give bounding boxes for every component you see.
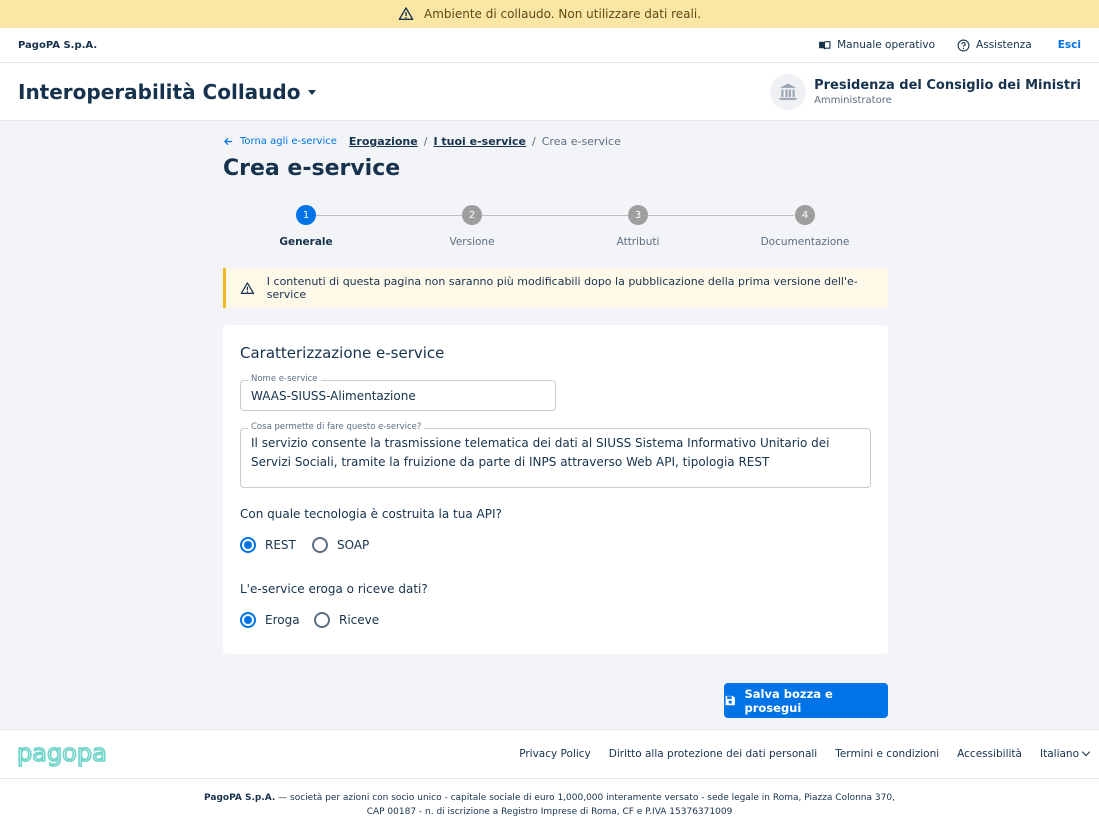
party-selector[interactable]: Presidenza del Consiglio dei Ministri Am… bbox=[770, 73, 1081, 110]
save-draft-label: Salva bozza e prosegui bbox=[744, 686, 833, 715]
footer: pagopa Privacy Policy Diritto alla prote… bbox=[0, 729, 1099, 830]
brand-name[interactable]: PagoPA S.p.A. bbox=[18, 40, 97, 51]
warning-alert: I contenuti di questa pagina non saranno… bbox=[223, 268, 888, 308]
institution-avatar bbox=[770, 73, 807, 110]
help-icon bbox=[957, 39, 970, 51]
stepper: 1 Generale 2 Versione 3 Attributi 4 Docu… bbox=[223, 205, 888, 255]
step-general: 1 Generale bbox=[246, 205, 366, 248]
caret-down-icon bbox=[308, 90, 317, 95]
breadcrumb-separator: / bbox=[423, 135, 428, 148]
chevron-down-icon bbox=[1081, 747, 1091, 757]
product-name: Interoperabilità Collaudo bbox=[18, 79, 301, 104]
warning-icon bbox=[240, 281, 255, 294]
manual-link[interactable]: Manuale operativo bbox=[818, 39, 935, 52]
footer-link-terms[interactable]: Termini e condizioni bbox=[835, 748, 939, 760]
breadcrumb-my-eservices[interactable]: I tuoi e-service bbox=[433, 135, 526, 148]
step-number: 2 bbox=[462, 205, 482, 225]
step-attributes: 3 Attributi bbox=[578, 205, 698, 248]
pagopa-logo[interactable]: pagopa bbox=[17, 740, 107, 768]
pagopa-logo-text: pagopa bbox=[17, 740, 107, 767]
step-version: 2 Versione bbox=[412, 205, 532, 248]
arrow-left-icon bbox=[224, 137, 233, 146]
radio-label: Eroga bbox=[265, 613, 300, 627]
back-link[interactable]: Torna agli e-service bbox=[223, 136, 337, 147]
mode-question: L'e-service eroga o riceve dati? bbox=[240, 582, 428, 596]
environment-banner-text: Ambiente di collaudo. Non utilizzare dat… bbox=[423, 7, 702, 21]
logout-button[interactable]: Esci bbox=[1058, 39, 1081, 51]
footer-link-accessibility[interactable]: Accessibilità bbox=[957, 748, 1022, 760]
product-header: Interoperabilità Collaudo Presidenza del… bbox=[0, 63, 1099, 121]
language-label: Italiano bbox=[1040, 748, 1079, 760]
warning-alert-text: I contenuti di questa pagina non saranno… bbox=[266, 275, 858, 301]
mode-radio-eroga[interactable]: Eroga bbox=[240, 612, 300, 628]
eservice-description-value: Il servizio consente la trasmissione tel… bbox=[251, 436, 830, 469]
radio-checked-icon bbox=[240, 612, 256, 628]
step-label: Versione bbox=[449, 236, 495, 248]
manual-link-label: Manuale operativo bbox=[837, 39, 936, 51]
eservice-description-label: Cosa permette di fare questo e-service? bbox=[248, 422, 425, 432]
legal-line2: CAP 00187 - n. di iscrizione a Registro … bbox=[366, 807, 733, 817]
eservice-name-value: WAAS-SIUSS-Alimentazione bbox=[251, 389, 416, 403]
language-selector[interactable]: Italiano bbox=[1040, 747, 1091, 760]
radio-checked-icon bbox=[240, 537, 256, 553]
radio-unchecked-icon bbox=[314, 612, 330, 628]
step-label: Attributi bbox=[616, 236, 660, 248]
environment-banner: Ambiente di collaudo. Non utilizzare dat… bbox=[0, 0, 1099, 28]
legal-company: PagoPA S.p.A. bbox=[204, 793, 276, 803]
legal-line1: — società per azioni con socio unico - c… bbox=[275, 793, 895, 803]
step-number: 4 bbox=[795, 205, 815, 225]
page-title: Crea e-service bbox=[223, 156, 401, 181]
breadcrumb-erogazione[interactable]: Erogazione bbox=[349, 135, 418, 148]
breadcrumb-current: Crea e-service bbox=[541, 135, 621, 148]
footer-link-privacy[interactable]: Privacy Policy bbox=[519, 748, 591, 760]
institution-icon bbox=[779, 83, 797, 100]
footer-divider bbox=[0, 778, 1099, 779]
party-name: Presidenza del Consiglio dei Ministri bbox=[814, 77, 1081, 93]
save-draft-button[interactable]: Salva bozza e prosegui bbox=[724, 683, 888, 718]
technology-radio-soap[interactable]: SOAP bbox=[312, 537, 369, 553]
book-icon bbox=[819, 40, 831, 49]
radio-unchecked-icon bbox=[312, 537, 328, 553]
eservice-name-label: Nome e-service bbox=[248, 374, 321, 384]
eservice-form-card: Caratterizzazione e-service Nome e-servi… bbox=[223, 325, 888, 654]
party-role: Amministratore bbox=[814, 94, 892, 106]
radio-label: REST bbox=[265, 538, 296, 552]
step-label: Documentazione bbox=[760, 236, 850, 248]
top-bar: PagoPA S.p.A. Manuale operativo Assisten… bbox=[0, 28, 1099, 63]
breadcrumb: Torna agli e-service Erogazione / I tuoi… bbox=[223, 135, 621, 148]
radio-label: SOAP bbox=[337, 538, 370, 552]
technology-question: Con quale tecnologia è costruita la tua … bbox=[240, 507, 502, 521]
breadcrumb-separator: / bbox=[532, 135, 536, 148]
eservice-description-field[interactable]: Cosa permette di fare questo e-service? … bbox=[240, 422, 871, 488]
legal-notice: PagoPA S.p.A. — società per azioni con s… bbox=[0, 791, 1099, 819]
radio-label: Riceve bbox=[339, 613, 380, 627]
back-link-label: Torna agli e-service bbox=[240, 136, 337, 147]
help-link[interactable]: Assistenza bbox=[957, 39, 1032, 52]
save-icon bbox=[725, 695, 735, 706]
section-title: Caratterizzazione e-service bbox=[240, 344, 445, 362]
warning-icon bbox=[398, 7, 414, 20]
step-documentation: 4 Documentazione bbox=[745, 205, 865, 248]
step-number: 1 bbox=[296, 205, 316, 225]
eservice-name-field[interactable]: Nome e-service WAAS-SIUSS-Alimentazione bbox=[240, 374, 556, 411]
technology-radio-rest[interactable]: REST bbox=[240, 537, 296, 553]
step-number: 3 bbox=[628, 205, 648, 225]
mode-radio-riceve[interactable]: Riceve bbox=[314, 612, 379, 628]
footer-links: Privacy Policy Diritto alla protezione d… bbox=[519, 747, 1091, 760]
product-switcher[interactable]: Interoperabilità Collaudo bbox=[18, 79, 317, 104]
help-link-label: Assistenza bbox=[976, 39, 1032, 51]
step-label: Generale bbox=[279, 236, 333, 248]
footer-link-data-protection[interactable]: Diritto alla protezione dei dati persona… bbox=[609, 748, 817, 760]
